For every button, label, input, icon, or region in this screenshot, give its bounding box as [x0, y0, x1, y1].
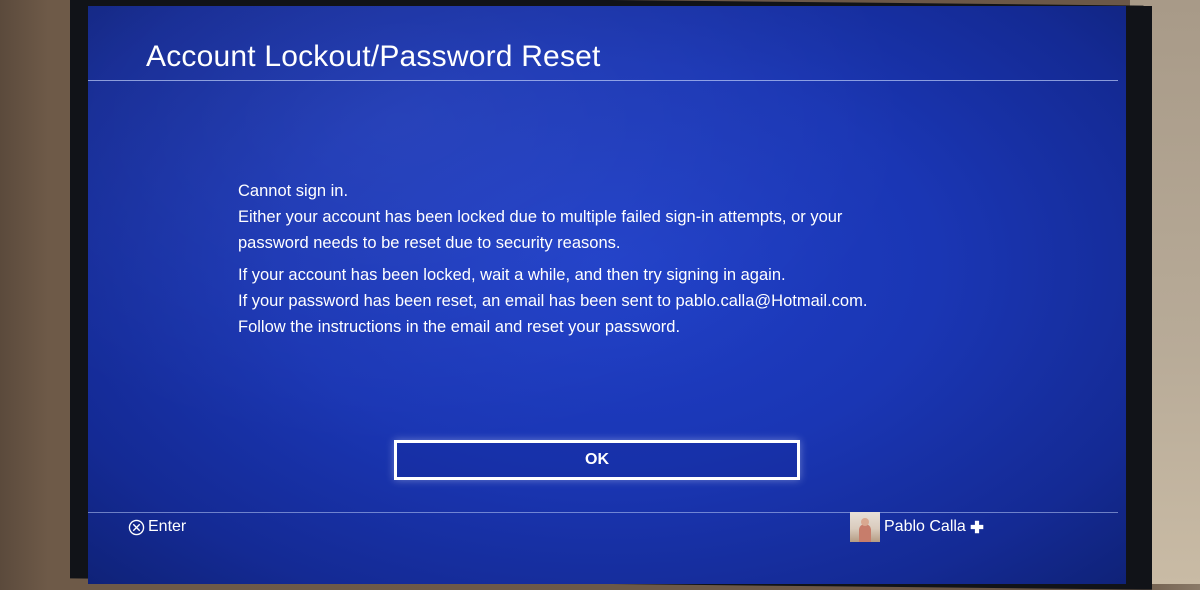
title-divider [88, 80, 1118, 81]
message-line: If your account has been locked, wait a … [238, 266, 786, 284]
message-line: If your password has been reset, an emai… [238, 292, 868, 310]
message-line: Either your account has been locked due … [238, 208, 843, 226]
tv-screen: Account Lockout/Password Reset Cannot si… [88, 6, 1126, 584]
message-paragraph-1: Cannot sign in. Either your account has … [238, 178, 998, 256]
user-badge: Pablo Calla [850, 512, 984, 542]
enter-hint: Enter [128, 518, 186, 536]
dialog-title: Account Lockout/Password Reset [146, 40, 601, 73]
ok-button[interactable]: OK [394, 440, 800, 480]
user-name: Pablo Calla [884, 518, 966, 535]
message-line: password needs to be reset due to securi… [238, 234, 621, 252]
enter-label: Enter [148, 518, 187, 535]
cross-button-icon [128, 519, 145, 535]
playstation-plus-icon [970, 520, 984, 534]
avatar [850, 512, 880, 542]
message-line: Cannot sign in. [238, 182, 349, 200]
message-line: Follow the instructions in the email and… [238, 318, 681, 336]
message-paragraph-2: If your account has been locked, wait a … [238, 262, 998, 340]
dialog-message: Cannot sign in. Either your account has … [238, 178, 998, 346]
